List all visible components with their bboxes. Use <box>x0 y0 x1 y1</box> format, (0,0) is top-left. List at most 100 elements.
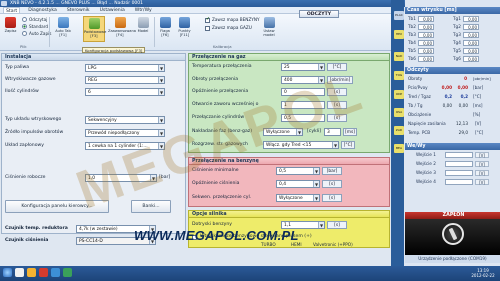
advanced-icon <box>114 17 126 28</box>
wtryskiwacze-select[interactable]: REG ▼ <box>85 76 165 84</box>
side-tab-2[interactable]: HEX <box>394 30 404 39</box>
tb-value-1: 0,00 <box>442 103 452 108</box>
tb-label: Tb5 <box>408 48 416 53</box>
zapisz-button[interactable]: Zapisz <box>1 16 20 42</box>
obciazenie-row-label: Obciążenie <box>408 112 432 117</box>
cylindry-select[interactable]: 6 ▼ <box>85 88 165 96</box>
chevron-down-icon: ▼ <box>313 181 319 187</box>
side-tab-8[interactable]: BEA <box>394 144 404 153</box>
tg-value: 0,00 <box>463 31 479 38</box>
side-tab-1[interactable]: PLAC <box>394 11 404 20</box>
menu-wewy[interactable]: Wtr/Wy <box>133 7 154 13</box>
uklad-wtrysku-select[interactable]: Sekwencyjny ▼ <box>85 116 165 124</box>
obroty-unit: [obr/min] <box>473 76 491 81</box>
tg-value: 0,00 <box>463 47 479 54</box>
tg-label: Tg5 <box>453 48 461 53</box>
dotrysk-label: Dotryski benzyny <box>192 222 232 227</box>
start-icon[interactable] <box>3 268 12 277</box>
opoz-cisn-unit: [s] <box>322 180 342 188</box>
window-title: XNB NEVO - 4.2.1.5 ... GNEVO PLUS ... Bł… <box>10 1 144 6</box>
auto-tab-icon <box>57 17 69 28</box>
odczytaj-option[interactable]: Odczytaj <box>22 17 47 22</box>
standard-option[interactable]: Standard <box>22 24 48 29</box>
settings-icon <box>88 18 100 29</box>
side-tab-7[interactable]: ZAD <box>394 126 404 135</box>
model-button[interactable]: Model <box>135 16 151 42</box>
tb-label: Tb1 <box>408 16 416 21</box>
zaplonowy-label: Układ zapłonowy <box>5 143 44 148</box>
ribbon: Zapisz Odczytaj Standard Auto Zapis Auto… <box>0 14 395 53</box>
taskbar-browser-icon[interactable] <box>39 268 48 277</box>
wewy-header: We/Wy <box>405 143 500 150</box>
side-tab-3[interactable]: NAD <box>394 52 404 61</box>
wejscie-label: Wejście 4 <box>416 179 436 184</box>
tg-label: Tg1 <box>453 16 461 21</box>
temp-pcb-row-label: Temp. PCB <box>408 130 431 135</box>
side-tab-6[interactable]: OSA <box>394 108 404 117</box>
save-icon <box>5 17 16 28</box>
opoz-cisn-select[interactable]: 0,4 ▼ <box>276 180 320 188</box>
connection-status: Urządzenie podłączone (COM19) <box>405 255 500 263</box>
tb-label: Tb2 <box>408 24 416 29</box>
temp-przelaczenia-select[interactable]: 25 ▼ <box>281 63 325 71</box>
czujnik-cis-label: Czujnik ciśnienia <box>5 238 49 243</box>
wejscie-label: Wejście 1 <box>416 152 436 157</box>
temp-pcb-unit: [°C] <box>475 130 484 135</box>
taskbar-program-icon[interactable] <box>63 268 72 277</box>
pcis-row-label: Pcis/Pvoy <box>408 85 428 90</box>
obroty-label: Obroty przełączenia <box>192 77 239 82</box>
taskbar-app-icon[interactable] <box>15 268 24 277</box>
sekw-select[interactable]: Wyłączone ▼ <box>276 194 320 202</box>
zrodlo-label: Źródło impulsów obrotów <box>5 130 64 135</box>
gazu-label: Zawsz mapa GAZU <box>212 25 252 30</box>
chevron-down-icon: ▼ <box>313 195 319 201</box>
tg-value: 0,00 <box>463 15 479 22</box>
tred-row-label: Tred / Tgaz <box>408 94 431 99</box>
podstawowe-button[interactable]: Podstawowe [F3] <box>83 16 106 42</box>
cylindry-label: Ilość cylindrów <box>5 89 39 94</box>
tb-label: Tb6 <box>408 56 416 61</box>
auto-tab-button[interactable]: Auto Tab [F1] <box>52 16 74 42</box>
group-plik-label: Plik <box>20 44 27 49</box>
tb-label: Tb4 <box>408 40 416 45</box>
group-kalibracja-label: Kalibracja <box>213 44 232 49</box>
tg-value: 0,00 <box>463 23 479 30</box>
menu-diagnostyka[interactable]: Diagnostyka <box>26 7 59 13</box>
tb-label: Tb3 <box>408 32 416 37</box>
tg-label: Tg6 <box>453 56 461 61</box>
napiecie-row-label: Napięcie zasilania <box>408 121 446 126</box>
wejscie-value <box>445 151 473 158</box>
cisn-min-select[interactable]: 0,5 ▼ <box>276 167 320 175</box>
odczyty-button[interactable]: ODCZYTY <box>299 10 339 18</box>
cykli-unit: [ms] <box>343 128 357 136</box>
benzyny-label: Zawsz mapa BENZYNY <box>212 17 260 22</box>
czas-wtrysku-header: Czas wtrysku [ms] <box>405 7 500 14</box>
taskbar-media-icon[interactable] <box>51 268 60 277</box>
benzyny-checkbox[interactable] <box>205 17 210 23</box>
wtryskiwacze-label: Wtryskiwacze gazowe <box>5 77 56 82</box>
wejscie-value <box>445 169 473 176</box>
temp-pcb-value: 29,0 <box>458 130 468 135</box>
menu-ustawienia[interactable]: Ustawienia <box>98 7 127 13</box>
tg-value: 0,00 <box>463 55 479 62</box>
side-tab-5[interactable]: ODP <box>394 90 404 99</box>
tred-value-2: 0,2 <box>460 94 468 99</box>
taskbar-folder-icon[interactable] <box>27 268 36 277</box>
punkty-button[interactable]: Punkty [F11] <box>175 16 194 42</box>
menu-start[interactable]: Start <box>3 7 21 14</box>
sekw-label: Sekwen. przełączenie cyl. <box>192 195 252 200</box>
opoznienie-label: Opóźnienie przełączenia <box>192 89 249 94</box>
zaawansowana-button[interactable]: Zaawansowana [F4] <box>108 16 136 42</box>
ustaw-model-button[interactable]: Ustaw model <box>258 16 280 42</box>
ignition-key-icon[interactable] <box>442 223 464 245</box>
wejscie-value <box>445 160 473 167</box>
valvetronic-label[interactable]: Valvetronic (+PPO) <box>313 242 353 247</box>
megapol-url[interactable]: WWW.MEGAPOL.COM.PL <box>134 228 299 243</box>
flaga-button[interactable]: Flaga [F6] <box>156 16 174 42</box>
side-tab-4[interactable]: TOG <box>394 71 404 80</box>
tb-value: 0,00 <box>418 23 434 30</box>
auto-zapis-option[interactable]: Auto Zapis <box>22 31 52 36</box>
menu-sterownik[interactable]: Sterownik <box>65 7 92 13</box>
typ-paliwa-select[interactable]: LPG ▼ <box>85 64 165 72</box>
gazu-checkbox[interactable] <box>205 26 210 31</box>
